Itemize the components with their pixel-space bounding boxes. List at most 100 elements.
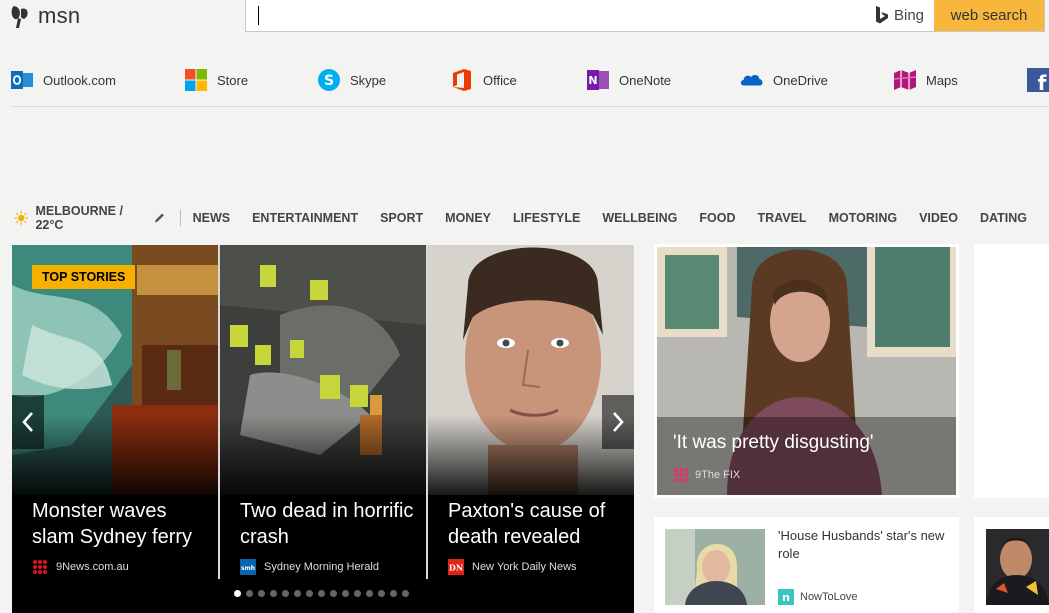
text-cursor xyxy=(258,6,259,25)
nav-item-travel[interactable]: TRAVEL xyxy=(757,211,806,225)
app-label: Store xyxy=(217,72,249,88)
nav-item-lifestyle[interactable]: LIFESTYLE xyxy=(513,211,580,225)
top-stories-badge: TOP STORIES xyxy=(32,265,136,289)
app-link-store[interactable]: Store xyxy=(184,68,248,92)
onedrive-icon xyxy=(740,74,763,86)
9news-icon xyxy=(33,560,47,574)
app-link-onedrive[interactable]: OneDrive xyxy=(740,68,828,92)
nydn-icon: DN xyxy=(448,559,464,575)
carousel-dot[interactable] xyxy=(234,590,241,597)
carousel-dot[interactable] xyxy=(270,590,277,597)
svg-text:smh: smh xyxy=(241,565,255,572)
story-headline: Monster waves slam Sydney ferry xyxy=(32,500,193,548)
story-thumbnail xyxy=(986,529,1049,605)
weather-label: MELBOURNE / 22°C xyxy=(35,204,123,232)
story-card[interactable]: 'House Husbands' star's new role n NowTo… xyxy=(654,517,959,613)
source-label: 9The FIX xyxy=(695,469,741,481)
nav-item-dating[interactable]: DATING xyxy=(980,211,1027,225)
carousel-dot[interactable] xyxy=(330,590,337,597)
carousel-dot[interactable] xyxy=(402,590,409,597)
smh-icon: smh xyxy=(240,559,256,575)
carousel-dot[interactable] xyxy=(354,590,361,597)
nav-item-sport[interactable]: SPORT xyxy=(380,211,423,225)
onenote-icon: N xyxy=(587,70,609,90)
nav-item-money[interactable]: MONEY xyxy=(445,211,491,225)
source-label: 9News.com.au xyxy=(56,561,129,573)
bing-label: Bing xyxy=(894,6,925,24)
search-input[interactable] xyxy=(254,4,854,28)
story-card[interactable]: Two dead in horrific crash smh Sydney Mo… xyxy=(220,245,426,613)
story-thumbnail xyxy=(665,529,765,605)
carousel-prev-button[interactable] xyxy=(12,395,44,449)
story-image xyxy=(657,247,956,495)
source-label: NowToLove xyxy=(800,591,858,603)
app-links-bar: Outlook.com Store S Skype Office N OneNo… xyxy=(0,64,1049,98)
pencil-icon[interactable] xyxy=(153,211,166,225)
story-headline: 'House Husbands' star's new role xyxy=(778,528,945,561)
9fix-icon xyxy=(674,468,688,482)
app-link-office[interactable]: Office xyxy=(450,68,517,92)
nav-item-entertainment[interactable]: ENTERTAINMENT xyxy=(252,211,358,225)
web-search-button[interactable]: web search xyxy=(934,0,1044,31)
carousel-dot[interactable] xyxy=(294,590,301,597)
svg-text:N: N xyxy=(588,74,597,87)
top-stories-carousel: Monster waves slam Sydney ferry 9News.co… xyxy=(12,245,634,613)
story-source: 9The FIX xyxy=(673,467,740,483)
app-link-onenote[interactable]: N OneNote xyxy=(586,68,671,92)
carousel-dot[interactable] xyxy=(366,590,373,597)
msn-logo[interactable]: msn xyxy=(10,3,80,29)
category-nav: MELBOURNE / 22°C NEWS ENTERTAINMENT SPOR… xyxy=(14,204,1049,232)
carousel-dot[interactable] xyxy=(306,590,313,597)
carousel-dot[interactable] xyxy=(258,590,265,597)
source-label: New York Daily News xyxy=(472,561,577,573)
app-link-facebook[interactable]: f xyxy=(1027,68,1049,92)
store-icon xyxy=(185,69,207,91)
chevron-right-icon xyxy=(613,412,624,432)
nav-item-video[interactable]: VIDEO xyxy=(919,211,958,225)
story-source: 9News.com.au xyxy=(32,559,129,575)
carousel-dot[interactable] xyxy=(318,590,325,597)
chevron-left-icon xyxy=(22,412,33,432)
bing-brand: Bing xyxy=(874,5,924,25)
svg-text:f: f xyxy=(1038,71,1047,92)
nav-item-wellbeing[interactable]: WELLBEING xyxy=(602,211,677,225)
story-source: n NowToLove xyxy=(778,589,857,605)
nav-divider xyxy=(179,210,181,226)
weather-widget[interactable]: MELBOURNE / 22°C xyxy=(14,204,143,232)
bing-icon xyxy=(876,6,888,24)
nowtolove-icon: n xyxy=(778,589,794,605)
ad-card xyxy=(974,244,1049,498)
app-label: OneDrive xyxy=(773,72,828,88)
app-label: Outlook.com xyxy=(43,72,116,88)
carousel-pagination xyxy=(234,590,409,597)
carousel-dot[interactable] xyxy=(246,590,253,597)
svg-text:DN: DN xyxy=(449,563,463,573)
carousel-next-button[interactable] xyxy=(602,395,634,449)
butterfly-icon xyxy=(10,3,32,29)
app-label: Skype xyxy=(350,72,387,88)
app-link-maps[interactable]: Maps xyxy=(893,68,958,92)
featured-story-card[interactable]: 'It was pretty disgusting' 9The FIX xyxy=(654,244,959,498)
app-link-outlook[interactable]: Outlook.com xyxy=(10,68,116,92)
carousel-dot[interactable] xyxy=(390,590,397,597)
nav-item-motoring[interactable]: MOTORING xyxy=(829,211,898,225)
carousel-dot[interactable] xyxy=(378,590,385,597)
outlook-icon xyxy=(11,71,33,89)
app-label: OneNote xyxy=(619,72,672,88)
carousel-dot[interactable] xyxy=(282,590,289,597)
app-label: Maps xyxy=(926,72,958,88)
logo-text: msn xyxy=(38,3,81,28)
app-link-skype[interactable]: S Skype xyxy=(317,68,386,92)
skype-icon: S xyxy=(318,69,340,91)
nav-item-news[interactable]: NEWS xyxy=(193,211,231,225)
story-headline: 'It was pretty disgusting' xyxy=(673,432,874,453)
divider xyxy=(10,106,1049,107)
story-card[interactable] xyxy=(974,517,1049,613)
image-shade xyxy=(220,415,426,505)
story-headline: Paxton's cause of death revealed xyxy=(448,500,606,548)
nav-item-food[interactable]: FOOD xyxy=(699,211,735,225)
carousel-dot[interactable] xyxy=(342,590,349,597)
source-label: Sydney Morning Herald xyxy=(264,561,379,573)
office-icon xyxy=(453,69,471,91)
svg-text:S: S xyxy=(324,73,334,89)
